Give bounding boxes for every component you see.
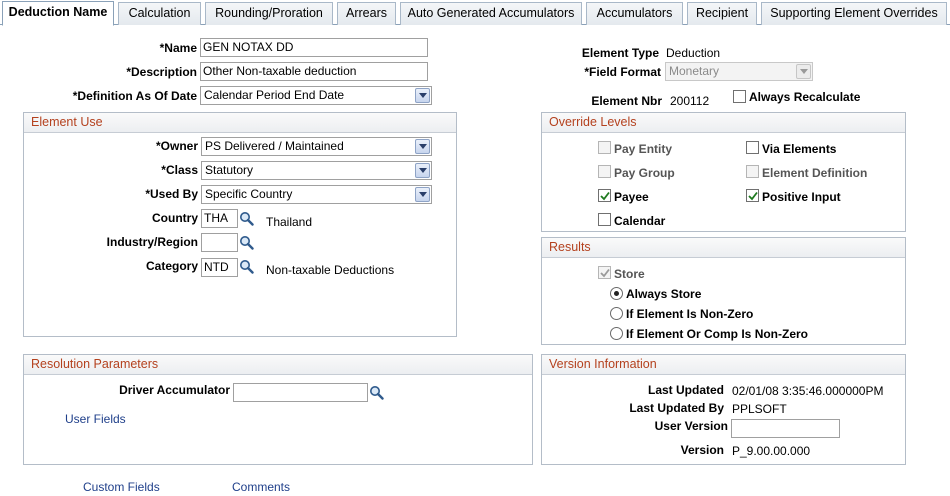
- pay-group-label: Pay Group: [614, 166, 675, 180]
- user-version-field[interactable]: [731, 419, 840, 438]
- definition-as-of-date-label: *Definition As Of Date: [72, 89, 197, 103]
- version-information-title: Version Information: [542, 355, 905, 375]
- always-store-radio[interactable]: [610, 287, 623, 300]
- last-updated-label: Last Updated: [647, 383, 724, 397]
- category-field[interactable]: NTD: [201, 258, 238, 277]
- calendar-label: Calendar: [614, 214, 666, 228]
- resolution-parameters-title: Resolution Parameters: [24, 355, 532, 375]
- field-format-label: *Field Format: [584, 65, 661, 79]
- element-nbr-label: Element Nbr: [591, 94, 662, 108]
- industry-region-field[interactable]: [201, 233, 238, 252]
- used-by-select[interactable]: Specific Country: [201, 185, 432, 204]
- tab-accumulators[interactable]: Accumulators: [586, 2, 683, 25]
- last-updated-by-value: PPLSOFT: [732, 402, 787, 416]
- country-field[interactable]: THA: [201, 209, 238, 228]
- if-element-non-zero-label: If Element Is Non-Zero: [626, 307, 754, 321]
- user-fields-link[interactable]: User Fields: [65, 412, 126, 426]
- tab-rounding-proration[interactable]: Rounding/Proration: [205, 2, 333, 25]
- always-recalculate-checkbox[interactable]: [733, 90, 746, 103]
- class-label: *Class: [161, 163, 198, 177]
- country-description: Thailand: [266, 215, 313, 229]
- pay-entity-checkbox: [598, 141, 611, 154]
- tab-recipient[interactable]: Recipient: [687, 2, 757, 25]
- definition-as-of-date-value: Calendar Period End Date: [204, 88, 345, 102]
- industry-region-label: Industry/Region: [106, 235, 198, 249]
- element-nbr-value: 200112: [670, 94, 710, 108]
- field-format-select[interactable]: Monetary: [665, 62, 813, 81]
- override-levels-title: Override Levels: [542, 113, 905, 133]
- country-label: Country: [152, 211, 198, 225]
- tab-supporting-element-overrides[interactable]: Supporting Element Overrides: [761, 2, 947, 25]
- dropdown-arrow-icon[interactable]: [415, 163, 430, 178]
- custom-fields-link[interactable]: Custom Fields: [83, 480, 160, 494]
- always-store-label: Always Store: [626, 287, 702, 301]
- element-type-label: Element Type: [581, 46, 659, 60]
- definition-as-of-date-select[interactable]: Calendar Period End Date: [200, 86, 432, 105]
- via-elements-label: Via Elements: [762, 142, 837, 156]
- used-by-value: Specific Country: [205, 187, 293, 201]
- driver-accumulator-label: Driver Accumulator: [119, 383, 230, 397]
- store-label: Store: [614, 267, 645, 281]
- driver-accumulator-field[interactable]: [233, 383, 368, 402]
- if-element-or-comp-non-zero-radio[interactable]: [610, 327, 623, 340]
- tab-auto-generated-accumulators[interactable]: Auto Generated Accumulators: [400, 2, 582, 25]
- positive-input-label: Positive Input: [762, 190, 841, 204]
- if-element-or-comp-non-zero-label: If Element Or Comp Is Non-Zero: [626, 327, 809, 341]
- owner-select[interactable]: PS Delivered / Maintained: [201, 137, 432, 156]
- last-updated-value: 02/01/08 3:35:46.000000PM: [732, 384, 884, 398]
- element-definition-checkbox: [746, 165, 759, 178]
- tab-deduction-name[interactable]: Deduction Name: [2, 1, 114, 26]
- lookup-search-icon[interactable]: [239, 235, 254, 250]
- version-value: P_9.00.00.000: [732, 444, 811, 458]
- used-by-label: *Used By: [145, 187, 198, 201]
- version-label: Version: [680, 443, 724, 457]
- dropdown-arrow-icon: [796, 64, 811, 79]
- element-use-title: Element Use: [24, 113, 456, 133]
- name-field[interactable]: GEN NOTAX DD: [200, 38, 428, 57]
- checkmark-icon: [600, 268, 610, 278]
- user-version-label: User Version: [654, 419, 728, 433]
- class-select[interactable]: Statutory: [201, 161, 432, 180]
- dropdown-arrow-icon[interactable]: [415, 187, 430, 202]
- owner-value: PS Delivered / Maintained: [205, 139, 344, 153]
- element-definition-label: Element Definition: [762, 166, 868, 180]
- category-label: Category: [145, 259, 198, 273]
- lookup-search-icon[interactable]: [239, 211, 254, 226]
- payee-label: Payee: [614, 190, 649, 204]
- resolution-parameters-group: Resolution Parameters: [23, 354, 533, 465]
- element-type-value: Deduction: [666, 46, 721, 60]
- pay-entity-label: Pay Entity: [614, 142, 673, 156]
- category-description: Non-taxable Deductions: [266, 263, 395, 277]
- tab-calculation[interactable]: Calculation: [118, 2, 201, 25]
- results-title: Results: [542, 238, 905, 258]
- via-elements-checkbox[interactable]: [746, 141, 759, 154]
- description-field[interactable]: Other Non-taxable deduction: [200, 62, 428, 81]
- last-updated-by-label: Last Updated By: [629, 401, 724, 415]
- tab-arrears[interactable]: Arrears: [337, 2, 396, 25]
- dropdown-arrow-icon[interactable]: [415, 88, 430, 103]
- always-recalculate-label: Always Recalculate: [749, 90, 861, 104]
- field-format-value: Monetary: [669, 64, 720, 78]
- dropdown-arrow-icon[interactable]: [415, 139, 430, 154]
- lookup-search-icon[interactable]: [239, 259, 254, 274]
- tab-bar: Deduction Name Calculation Rounding/Pror…: [0, 0, 950, 26]
- checkmark-icon: [748, 191, 758, 201]
- comments-link[interactable]: Comments: [232, 480, 290, 494]
- store-checkbox: [598, 266, 611, 279]
- owner-label: *Owner: [155, 139, 198, 153]
- pay-group-checkbox: [598, 165, 611, 178]
- description-label: *Description: [126, 65, 197, 79]
- positive-input-checkbox[interactable]: [746, 189, 759, 202]
- calendar-checkbox[interactable]: [598, 213, 611, 226]
- class-value: Statutory: [205, 163, 254, 177]
- name-label: *Name: [159, 41, 197, 55]
- lookup-search-icon[interactable]: [369, 385, 384, 400]
- if-element-non-zero-radio[interactable]: [610, 307, 623, 320]
- checkmark-icon: [600, 191, 610, 201]
- payee-checkbox[interactable]: [598, 189, 611, 202]
